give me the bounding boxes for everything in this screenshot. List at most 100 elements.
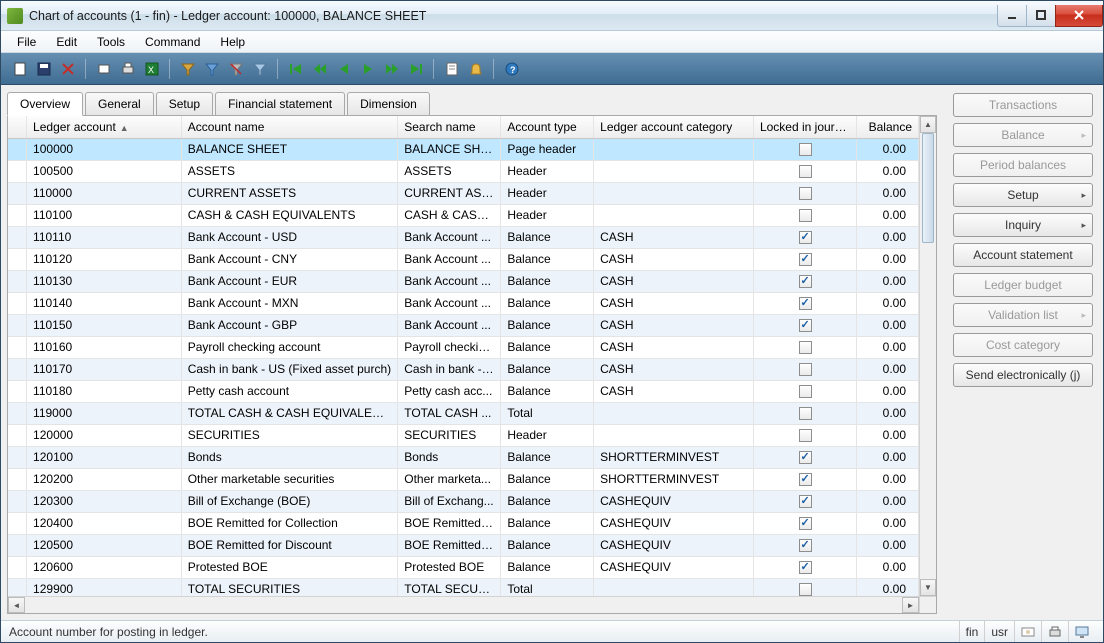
cell-balance[interactable]: 0.00: [857, 226, 919, 248]
cell-locked[interactable]: [753, 292, 856, 314]
delete-button[interactable]: [57, 58, 79, 80]
balance-button[interactable]: Balance▸: [953, 123, 1093, 147]
cell-balance[interactable]: 0.00: [857, 490, 919, 512]
cell-locked[interactable]: [753, 424, 856, 446]
filter-by-field-button[interactable]: [177, 58, 199, 80]
cell-locked[interactable]: [753, 490, 856, 512]
cell-account-type[interactable]: Balance: [501, 512, 594, 534]
table-row[interactable]: 110000CURRENT ASSETSCURRENT ASSE...Heade…: [8, 182, 919, 204]
row-selector-header[interactable]: [8, 116, 27, 138]
cell-account-type[interactable]: Header: [501, 204, 594, 226]
filter-by-grid-button[interactable]: [201, 58, 223, 80]
validation-list-button[interactable]: Validation list▸: [953, 303, 1093, 327]
cell-locked[interactable]: [753, 314, 856, 336]
cell-account-name[interactable]: TOTAL CASH & CASH EQUIVALENTS: [181, 402, 398, 424]
sort-button[interactable]: [249, 58, 271, 80]
row-handle[interactable]: [8, 468, 27, 490]
cell-ledger[interactable]: 110140: [27, 292, 182, 314]
tab-dimension[interactable]: Dimension: [347, 92, 430, 116]
cell-account-name[interactable]: Payroll checking account: [181, 336, 398, 358]
locked-checkbox[interactable]: [799, 385, 812, 398]
status-currency-icon[interactable]: [1014, 621, 1041, 642]
table-row[interactable]: 129900TOTAL SECURITIESTOTAL SECURI...Tot…: [8, 578, 919, 596]
cell-locked[interactable]: [753, 380, 856, 402]
col-ledger-category[interactable]: Ledger account category: [594, 116, 754, 138]
first-record-button[interactable]: [285, 58, 307, 80]
cell-account-name[interactable]: Protested BOE: [181, 556, 398, 578]
locked-checkbox[interactable]: [799, 143, 812, 156]
status-help-icon[interactable]: [1068, 621, 1095, 642]
menu-command[interactable]: Command: [135, 33, 210, 51]
scroll-up-button[interactable]: ▲: [920, 116, 936, 133]
cell-search-name[interactable]: ASSETS: [398, 160, 501, 182]
cell-category[interactable]: [594, 204, 754, 226]
row-handle[interactable]: [8, 380, 27, 402]
cell-account-name[interactable]: Bill of Exchange (BOE): [181, 490, 398, 512]
col-account-type[interactable]: Account type: [501, 116, 594, 138]
cell-account-name[interactable]: Bank Account - GBP: [181, 314, 398, 336]
cell-ledger[interactable]: 120200: [27, 468, 182, 490]
col-balance[interactable]: Balance: [857, 116, 919, 138]
cell-locked[interactable]: [753, 402, 856, 424]
table-row[interactable]: 110130Bank Account - EURBank Account ...…: [8, 270, 919, 292]
cell-account-type[interactable]: Balance: [501, 380, 594, 402]
table-row[interactable]: 110140Bank Account - MXNBank Account ...…: [8, 292, 919, 314]
row-handle[interactable]: [8, 402, 27, 424]
cell-category[interactable]: [594, 424, 754, 446]
cell-category[interactable]: [594, 138, 754, 160]
cell-account-name[interactable]: Petty cash account: [181, 380, 398, 402]
next-page-button[interactable]: [381, 58, 403, 80]
cell-category[interactable]: CASHEQUIV: [594, 556, 754, 578]
menu-help[interactable]: Help: [210, 33, 255, 51]
cell-locked[interactable]: [753, 160, 856, 182]
cell-account-type[interactable]: Header: [501, 160, 594, 182]
row-handle[interactable]: [8, 138, 27, 160]
cell-ledger[interactable]: 120300: [27, 490, 182, 512]
table-row[interactable]: 110160Payroll checking accountPayroll ch…: [8, 336, 919, 358]
accounts-grid[interactable]: Ledger account▲ Account name Search name…: [8, 116, 919, 596]
cell-account-name[interactable]: Bank Account - USD: [181, 226, 398, 248]
send-electronically-button[interactable]: Send electronically (j): [953, 363, 1093, 387]
horizontal-scrollbar[interactable]: ◄ ►: [8, 596, 936, 613]
cell-ledger[interactable]: 120400: [27, 512, 182, 534]
locked-checkbox[interactable]: [799, 407, 812, 420]
cell-balance[interactable]: 0.00: [857, 314, 919, 336]
locked-checkbox[interactable]: [799, 319, 812, 332]
cell-account-name[interactable]: ASSETS: [181, 160, 398, 182]
cell-locked[interactable]: [753, 204, 856, 226]
cell-account-name[interactable]: Bonds: [181, 446, 398, 468]
locked-checkbox[interactable]: [799, 165, 812, 178]
cell-locked[interactable]: [753, 248, 856, 270]
cell-category[interactable]: CASH: [594, 292, 754, 314]
col-locked[interactable]: Locked in journal: [753, 116, 856, 138]
cell-search-name[interactable]: Bank Account ...: [398, 270, 501, 292]
table-row[interactable]: 120100BondsBondsBalanceSHORTTERMINVEST0.…: [8, 446, 919, 468]
cell-account-type[interactable]: Balance: [501, 226, 594, 248]
table-row[interactable]: 120600Protested BOEProtested BOEBalanceC…: [8, 556, 919, 578]
cell-account-type[interactable]: Balance: [501, 534, 594, 556]
cell-balance[interactable]: 0.00: [857, 182, 919, 204]
cell-ledger[interactable]: 120000: [27, 424, 182, 446]
locked-checkbox[interactable]: [799, 517, 812, 530]
cell-balance[interactable]: 0.00: [857, 468, 919, 490]
status-print-icon[interactable]: [1041, 621, 1068, 642]
locked-checkbox[interactable]: [799, 209, 812, 222]
cell-ledger[interactable]: 110170: [27, 358, 182, 380]
cell-balance[interactable]: 0.00: [857, 160, 919, 182]
cell-category[interactable]: SHORTTERMINVEST: [594, 446, 754, 468]
cell-account-name[interactable]: BOE Remitted for Collection: [181, 512, 398, 534]
table-row[interactable]: 110110Bank Account - USDBank Account ...…: [8, 226, 919, 248]
cell-locked[interactable]: [753, 182, 856, 204]
cell-balance[interactable]: 0.00: [857, 446, 919, 468]
row-handle[interactable]: [8, 336, 27, 358]
cell-search-name[interactable]: TOTAL SECURI...: [398, 578, 501, 596]
cell-account-name[interactable]: SECURITIES: [181, 424, 398, 446]
minimize-button[interactable]: [997, 5, 1027, 27]
cell-search-name[interactable]: CURRENT ASSE...: [398, 182, 501, 204]
cell-ledger[interactable]: 100500: [27, 160, 182, 182]
cell-locked[interactable]: [753, 534, 856, 556]
cell-search-name[interactable]: Petty cash acc...: [398, 380, 501, 402]
cell-account-name[interactable]: Bank Account - MXN: [181, 292, 398, 314]
row-handle[interactable]: [8, 424, 27, 446]
cell-search-name[interactable]: Bank Account ...: [398, 314, 501, 336]
